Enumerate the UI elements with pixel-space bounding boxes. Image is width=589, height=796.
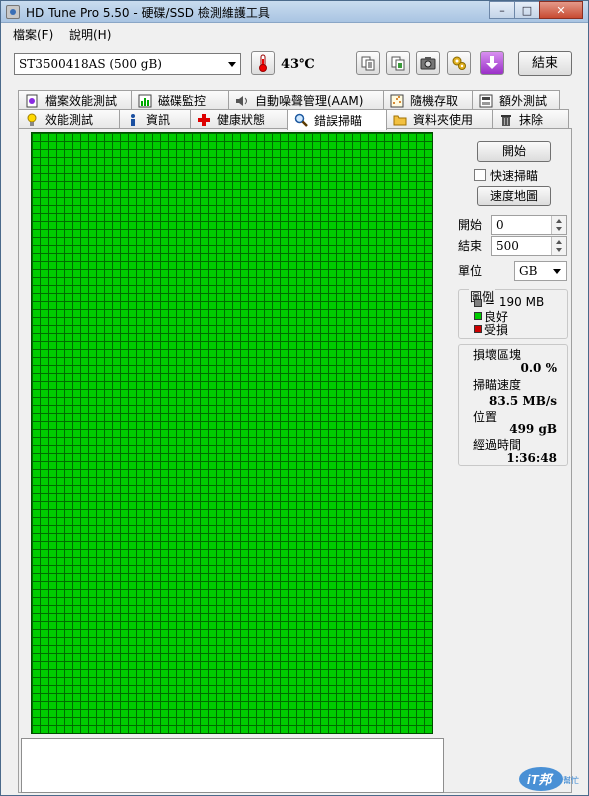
- start-scan-button[interactable]: 開始: [477, 141, 551, 162]
- app-window: HD Tune Pro 5.50 - 硬碟/SSD 檢測維護工具 – □ ✕ 檔…: [0, 0, 589, 796]
- stats-panel: 損壞區塊 0.0 % 掃瞄速度 83.5 MB/s 位置 499 gB 經過時間…: [458, 344, 568, 466]
- spinner-arrows-icon[interactable]: [551, 216, 566, 234]
- temperature-readout: 43℃: [281, 57, 315, 72]
- camera-icon[interactable]: [416, 51, 440, 75]
- tab-label: 磁碟監控: [158, 94, 207, 108]
- quick-scan-label: 快速掃瞄: [490, 169, 539, 183]
- ithome-watermark-logo: iT邦 幫忙: [517, 761, 583, 793]
- tab-health[interactable]: 健康狀態: [190, 109, 288, 129]
- tab-label: 自動噪聲管理(AAM): [255, 94, 364, 108]
- tab-random-access[interactable]: 隨機存取: [383, 90, 473, 110]
- tab-label: 健康狀態: [217, 113, 266, 127]
- scan-log: [21, 738, 444, 793]
- position-label: 位置: [473, 410, 498, 424]
- quick-scan-checkbox[interactable]: [474, 169, 486, 181]
- menu-help[interactable]: 說明(H): [69, 26, 111, 43]
- window-title: HD Tune Pro 5.50 - 硬碟/SSD 檢測維護工具: [26, 6, 270, 20]
- speaker-icon: [235, 94, 249, 108]
- start-position-input[interactable]: 0: [491, 215, 567, 235]
- tab-label: 額外測試: [499, 94, 548, 108]
- elapsed-time-value: 1:36:48: [506, 451, 557, 465]
- tab-label: 抹除: [519, 113, 544, 127]
- info-icon: [126, 113, 140, 127]
- window-controls: – □ ✕: [489, 1, 583, 19]
- tab-label: 資訊: [146, 113, 171, 127]
- tab-row-top: 檔案效能測試 磁碟監控 自動噪聲管理(AAM) 隨機存取 額外測試: [18, 90, 560, 110]
- drive-select-value: ST3500418AS (500 gB): [19, 57, 162, 71]
- benchmark-icon: [25, 113, 39, 127]
- tab-file-benchmark[interactable]: 檔案效能測試: [18, 90, 132, 110]
- end-position-value: 500: [496, 239, 519, 253]
- menu-file[interactable]: 檔案(F): [13, 26, 53, 43]
- tab-folder-usage[interactable]: 資料夾使用: [386, 109, 493, 129]
- end-label: 結束: [458, 239, 483, 253]
- damaged-swatch: [474, 325, 482, 333]
- file-benchmark-icon: [25, 94, 39, 108]
- tab-row-bottom: 效能測試 資訊 健康狀態 錯誤掃瞄 資料夾使用 抹除: [18, 109, 569, 130]
- tab-label: 檔案效能測試: [45, 94, 118, 108]
- start-label: 開始: [458, 218, 483, 232]
- random-access-icon: [390, 94, 404, 108]
- tab-label: 錯誤掃瞄: [314, 113, 363, 128]
- maximize-button[interactable]: □: [514, 1, 540, 19]
- health-icon: [197, 113, 211, 127]
- tab-benchmark[interactable]: 效能測試: [18, 109, 120, 129]
- thermometer-icon[interactable]: [251, 51, 275, 75]
- app-icon: [6, 5, 20, 19]
- speed-map-button[interactable]: 速度地圖: [477, 186, 551, 206]
- tab-aam[interactable]: 自動噪聲管理(AAM): [228, 90, 384, 110]
- block-size-label: = 190 MB: [485, 295, 545, 309]
- drive-select[interactable]: ST3500418AS (500 gB): [14, 53, 241, 75]
- good-swatch: [474, 312, 482, 320]
- folder-icon: [393, 113, 407, 127]
- disk-monitor-icon: [138, 94, 152, 108]
- settings-icon[interactable]: [447, 51, 471, 75]
- tab-error-scan[interactable]: 錯誤掃瞄: [287, 109, 387, 130]
- svg-text:iT邦: iT邦: [527, 772, 555, 787]
- damaged-label: 受損: [484, 323, 509, 337]
- position-value: 499 gB: [509, 422, 557, 436]
- tab-extra-tests[interactable]: 額外測試: [472, 90, 560, 110]
- damaged-blocks-label: 損壞區塊: [473, 348, 522, 362]
- end-position-input[interactable]: 500: [491, 236, 567, 256]
- unit-select[interactable]: GB: [514, 261, 567, 281]
- extra-tests-icon: [479, 94, 493, 108]
- unit-value: GB: [519, 264, 538, 278]
- tab-disk-monitor[interactable]: 磁碟監控: [131, 90, 229, 110]
- start-position-value: 0: [496, 218, 504, 232]
- tab-label: 效能測試: [45, 113, 94, 127]
- toolbar: ST3500418AS (500 gB) 43℃ 結束: [1, 47, 588, 83]
- scan-block-map: [31, 132, 433, 734]
- chevron-down-icon: [553, 269, 561, 274]
- copy-text-icon[interactable]: [356, 51, 380, 75]
- block-size-swatch: [474, 299, 482, 307]
- scan-speed-value: 83.5 MB/s: [489, 394, 557, 408]
- close-button[interactable]: ✕: [539, 1, 583, 19]
- scan-speed-label: 掃瞄速度: [473, 378, 522, 392]
- unit-label: 單位: [458, 264, 483, 278]
- tab-label: 資料夾使用: [413, 113, 474, 127]
- svg-text:幫忙: 幫忙: [563, 775, 579, 785]
- minimize-button[interactable]: –: [489, 1, 515, 19]
- tab-erase[interactable]: 抹除: [492, 109, 569, 129]
- copy-image-icon[interactable]: [386, 51, 410, 75]
- title-bar[interactable]: HD Tune Pro 5.50 - 硬碟/SSD 檢測維護工具 – □ ✕: [1, 1, 588, 23]
- menu-bar: 檔案(F) 說明(H): [1, 23, 588, 43]
- legend-panel: 圖例 = 190 MB 良好 受損: [458, 288, 568, 339]
- damaged-blocks-value: 0.0 %: [520, 361, 557, 375]
- magnifier-icon: [294, 113, 308, 127]
- tab-info[interactable]: 資訊: [119, 109, 191, 129]
- exit-button[interactable]: 結束: [518, 51, 572, 76]
- spinner-arrows-icon[interactable]: [551, 237, 566, 255]
- tab-label: 隨機存取: [410, 94, 459, 108]
- chevron-down-icon: [228, 62, 236, 67]
- trash-icon: [499, 113, 513, 127]
- download-icon[interactable]: [480, 51, 504, 75]
